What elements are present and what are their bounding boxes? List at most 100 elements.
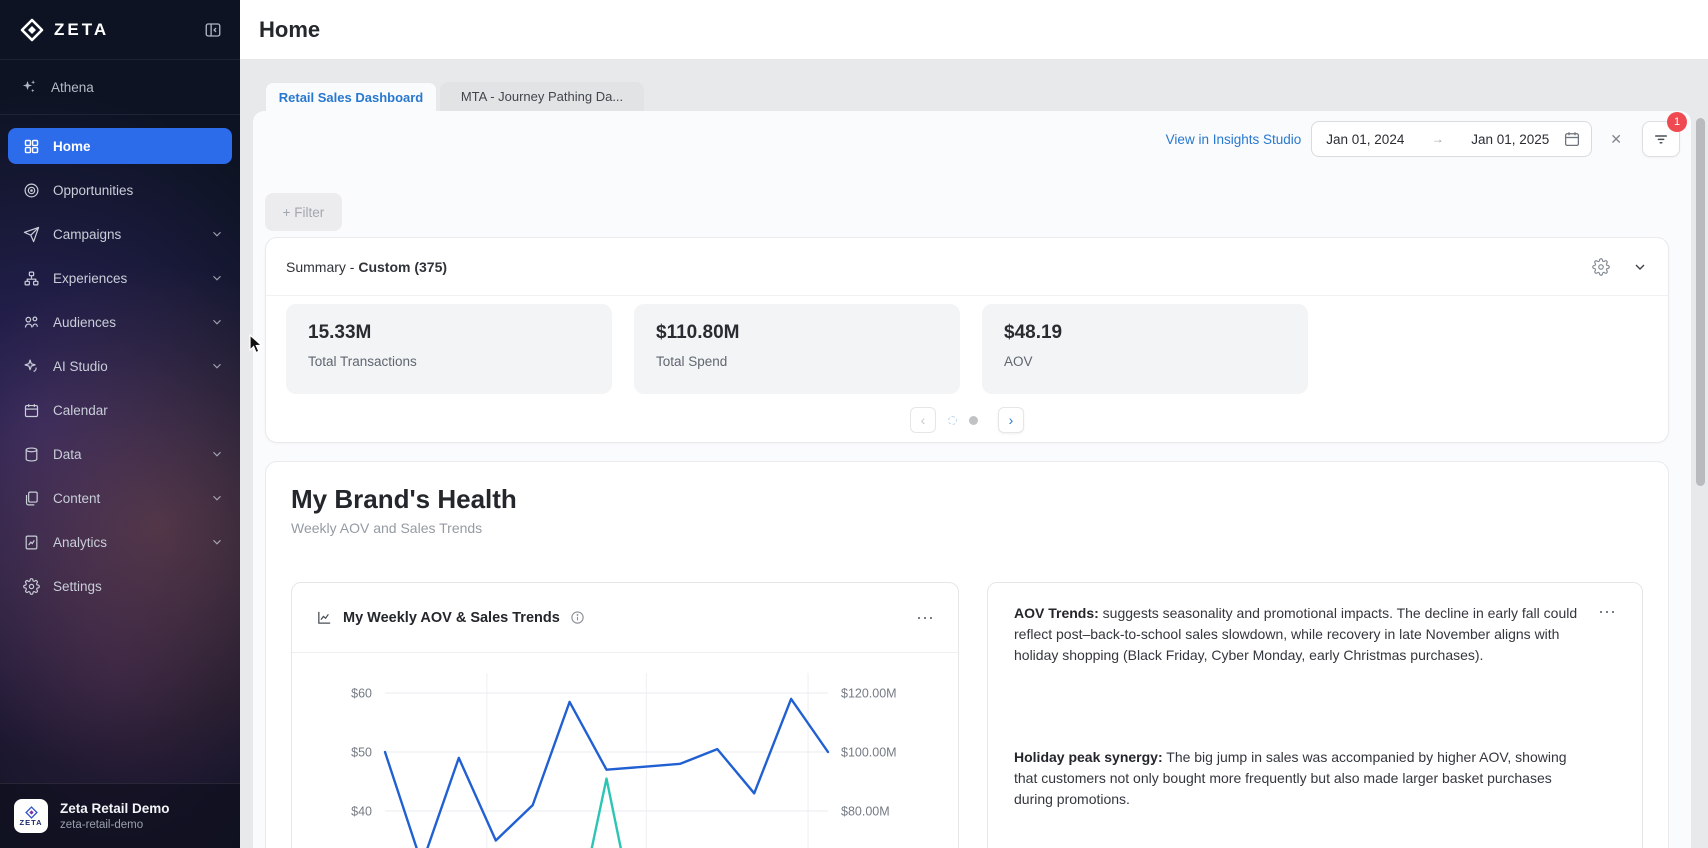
- sidebar-item-content[interactable]: Content: [8, 480, 232, 516]
- summary-collapse-chevron-icon[interactable]: [1632, 259, 1648, 275]
- filter-button[interactable]: 1: [1642, 121, 1680, 157]
- summary-header: Summary - Custom (375): [266, 238, 1668, 296]
- dashboard-toolbar: View in Insights Studio Jan 01, 2024 → J…: [1166, 121, 1680, 157]
- metrics-pagination: ‹ ›: [266, 407, 1668, 433]
- calendar-icon: [1563, 130, 1581, 148]
- org-logo-text: ZETA: [19, 819, 42, 827]
- sidebar-athena-label: Athena: [51, 80, 94, 95]
- insight-paragraph: AOV Trends: suggests seasonality and pro…: [1014, 603, 1580, 666]
- chart-plot-area: $60$120.00M$50$100.00M$40$80.00M Tota ›: [292, 653, 959, 848]
- page-title: Home: [259, 17, 320, 43]
- zeta-logo-icon: [20, 18, 44, 42]
- sidebar-item-experiences[interactable]: Experiences: [8, 260, 232, 296]
- metric-value: 15.33M: [308, 322, 590, 344]
- ai-sparkle-icon: [22, 357, 40, 375]
- sidebar-item-home[interactable]: Home: [8, 128, 232, 164]
- brand-name: ZETA: [54, 20, 204, 40]
- sidebar-item-label: Audiences: [53, 315, 197, 330]
- info-icon[interactable]: [570, 610, 585, 625]
- sidebar-item-settings[interactable]: Settings: [8, 568, 232, 604]
- sidebar-item-label: Experiences: [53, 271, 197, 286]
- report-chart-icon: [22, 533, 40, 551]
- add-filter-button[interactable]: + Filter: [265, 193, 342, 231]
- org-slug: zeta-retail-demo: [60, 819, 170, 831]
- pagination-prev-button[interactable]: ‹: [910, 407, 936, 433]
- pagination-dot[interactable]: [969, 416, 978, 425]
- gear-icon: [22, 577, 40, 595]
- org-switcher[interactable]: ZETA Zeta Retail Demo zeta-retail-demo: [0, 783, 240, 848]
- tab-retail-sales-dashboard[interactable]: Retail Sales Dashboard: [265, 82, 437, 111]
- sidebar-item-data[interactable]: Data: [8, 436, 232, 472]
- sidebar-item-campaigns[interactable]: Campaigns: [8, 216, 232, 252]
- sitemap-icon: [22, 269, 40, 287]
- sidebar-item-label: Opportunities: [53, 183, 224, 198]
- tab-mta-journey-pathing[interactable]: MTA - Journey Pathing Da...: [440, 82, 644, 111]
- summary-settings-gear-icon[interactable]: [1592, 258, 1610, 276]
- chevron-down-icon: [210, 491, 224, 505]
- sidebar-item-analytics[interactable]: Analytics: [8, 524, 232, 560]
- sparkles-icon: [20, 78, 38, 96]
- summary-title: Summary - Custom (375): [286, 259, 1570, 275]
- metric-label: AOV: [1004, 354, 1286, 369]
- date-end[interactable]: Jan 01, 2025: [1471, 132, 1549, 147]
- aov-sales-trends-chart-card: My Weekly AOV & Sales Trends ⋯ $60 $120.0…: [291, 582, 959, 848]
- sidebar-item-label: AI Studio: [53, 359, 197, 374]
- section-title: My Brand's Health: [291, 484, 517, 515]
- metric-tile-total-transactions: 15.33M Total Transactions: [286, 304, 612, 394]
- metric-value: $48.19: [1004, 322, 1286, 344]
- view-in-insights-studio-link[interactable]: View in Insights Studio: [1166, 132, 1302, 147]
- collapse-sidebar-icon[interactable]: [204, 21, 222, 39]
- home-dashboard-icon: [22, 137, 40, 155]
- metric-label: Total Spend: [656, 354, 938, 369]
- insights-more-options-icon[interactable]: ⋯: [1598, 607, 1618, 617]
- sidebar-item-label: Settings: [53, 579, 224, 594]
- chevron-down-icon: [210, 359, 224, 373]
- main-area: Home Retail Sales Dashboard MTA - Journe…: [240, 0, 1708, 848]
- calendar-icon: [22, 401, 40, 419]
- metric-tile-aov: $48.19 AOV: [982, 304, 1308, 394]
- org-name: Zeta Retail Demo: [60, 801, 170, 816]
- brand-health-card: My Brand's Health Weekly AOV and Sales T…: [265, 461, 1669, 848]
- sidebar-nav: Home Opportunities Campaigns Experiences…: [0, 115, 240, 625]
- svg-text:$80.00M: $80.00M: [841, 805, 890, 819]
- ai-insights-card: ⋯ AOV Trends: suggests seasonality and p…: [987, 582, 1643, 848]
- sidebar-item-label: Home: [53, 139, 224, 154]
- clear-date-filter-icon[interactable]: ✕: [1606, 127, 1626, 152]
- date-start[interactable]: Jan 01, 2024: [1326, 132, 1404, 147]
- page-header: Home: [240, 0, 1708, 60]
- aov-sales-trend-chart: $60 $120.00M $50 $100.00M $40 $80.00M: [292, 653, 959, 848]
- pages-icon: [22, 489, 40, 507]
- sidebar-item-audiences[interactable]: Audiences: [8, 304, 232, 340]
- svg-text:$120.00M: $120.00M: [841, 687, 897, 701]
- chevron-down-icon: [210, 447, 224, 461]
- line-chart-icon: [316, 609, 333, 626]
- svg-text:$100.00M: $100.00M: [841, 746, 897, 760]
- sidebar-item-label: Campaigns: [53, 227, 197, 242]
- sidebar-item-opportunities[interactable]: Opportunities: [8, 172, 232, 208]
- date-range-picker[interactable]: Jan 01, 2024 → Jan 01, 2025: [1311, 121, 1592, 157]
- metric-value: $110.80M: [656, 322, 938, 344]
- chevron-down-icon: [210, 227, 224, 241]
- filter-lines-icon: [1652, 130, 1670, 148]
- target-icon: [22, 181, 40, 199]
- chart-more-options-icon[interactable]: ⋯: [916, 613, 936, 623]
- sidebar-item-athena[interactable]: Athena: [0, 60, 240, 115]
- range-arrow-icon: →: [1412, 132, 1463, 146]
- insight-paragraph: Holiday peak synergy: The big jump in sa…: [1014, 747, 1580, 810]
- org-logo: ZETA: [14, 799, 48, 833]
- svg-text:$50: $50: [351, 746, 372, 760]
- vertical-scrollbar-thumb[interactable]: [1696, 118, 1705, 486]
- chart-header: My Weekly AOV & Sales Trends ⋯: [292, 583, 958, 653]
- sidebar-item-label: Content: [53, 491, 197, 506]
- svg-text:$40: $40: [351, 805, 372, 819]
- sidebar-item-calendar[interactable]: Calendar: [8, 392, 232, 428]
- sidebar-item-ai-studio[interactable]: AI Studio: [8, 348, 232, 384]
- sidebar-item-label: Data: [53, 447, 197, 462]
- pagination-next-button[interactable]: ›: [998, 407, 1024, 433]
- filter-count-badge: 1: [1667, 112, 1687, 132]
- chart-title: My Weekly AOV & Sales Trends: [343, 610, 560, 626]
- summary-metrics: 15.33M Total Transactions $110.80M Total…: [266, 296, 1668, 394]
- pagination-dot-current[interactable]: [948, 416, 957, 425]
- database-icon: [22, 445, 40, 463]
- svg-text:$60: $60: [351, 687, 372, 701]
